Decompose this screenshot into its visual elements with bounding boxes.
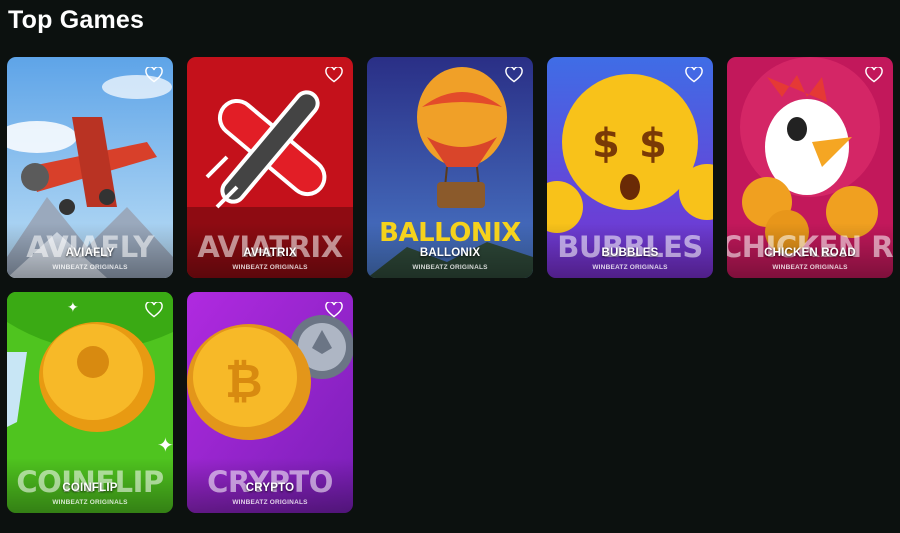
game-provider: WINBEATZ ORIGINALS [232,499,308,506]
svg-text:$: $ [592,121,620,167]
svg-text:✦: ✦ [67,299,79,315]
games-grid: AVIAFLY AVIAFLY WINBEATZ ORIGINALS AVIAT… [7,57,893,513]
game-card-aviafly[interactable]: AVIAFLY AVIAFLY WINBEATZ ORIGINALS [7,57,173,278]
game-provider: WINBEATZ ORIGINALS [412,264,488,271]
heart-icon[interactable] [145,302,163,318]
game-provider: WINBEATZ ORIGINALS [592,264,668,271]
game-card-chicken-road[interactable]: CHICKEN ROAD CHICKEN ROAD WINBEATZ ORIGI… [727,57,893,278]
game-provider: WINBEATZ ORIGINALS [232,264,308,271]
game-bigword: BALLONIX [379,218,521,248]
game-title: COINFLIP [62,482,118,494]
section-title: Top Games [8,6,145,34]
svg-text:$: $ [639,121,667,167]
heart-icon[interactable] [505,67,523,83]
heart-icon[interactable] [145,67,163,83]
svg-text:₿: ₿ [225,354,263,408]
game-title: CRYPTO [245,482,295,494]
game-title: AVIATRIX [243,247,297,259]
game-card-crypto[interactable]: ₿ CRYPTO CRYPTO WINBEATZ ORIGINALS [187,292,353,513]
game-card-ballonix[interactable]: BALLONIX BALLONIX WINBEATZ ORIGINALS [367,57,533,278]
heart-icon[interactable] [685,67,703,83]
game-provider: WINBEATZ ORIGINALS [772,264,848,271]
game-title: CHICKEN ROAD [764,247,856,259]
heart-icon[interactable] [325,67,343,83]
game-provider: WINBEATZ ORIGINALS [52,264,128,271]
heart-icon[interactable] [865,67,883,83]
game-provider: WINBEATZ ORIGINALS [52,499,128,506]
game-card-coinflip[interactable]: ✦ ✦ COINFLIP COINFLIP WINBEATZ ORIGINALS [7,292,173,513]
svg-text:✦: ✦ [157,435,173,457]
game-title: BUBBLES [601,247,659,259]
heart-icon[interactable] [325,302,343,318]
game-title: AVIAFLY [65,247,115,259]
game-card-bubbles[interactable]: $ $ BUBBLES BUBBLES WINBEATZ ORIGINALS [547,57,713,278]
game-card-aviatrix[interactable]: AVIATRIX AVIATRIX WINBEATZ ORIGINALS [187,57,353,278]
game-title: BALLONIX [419,247,481,259]
